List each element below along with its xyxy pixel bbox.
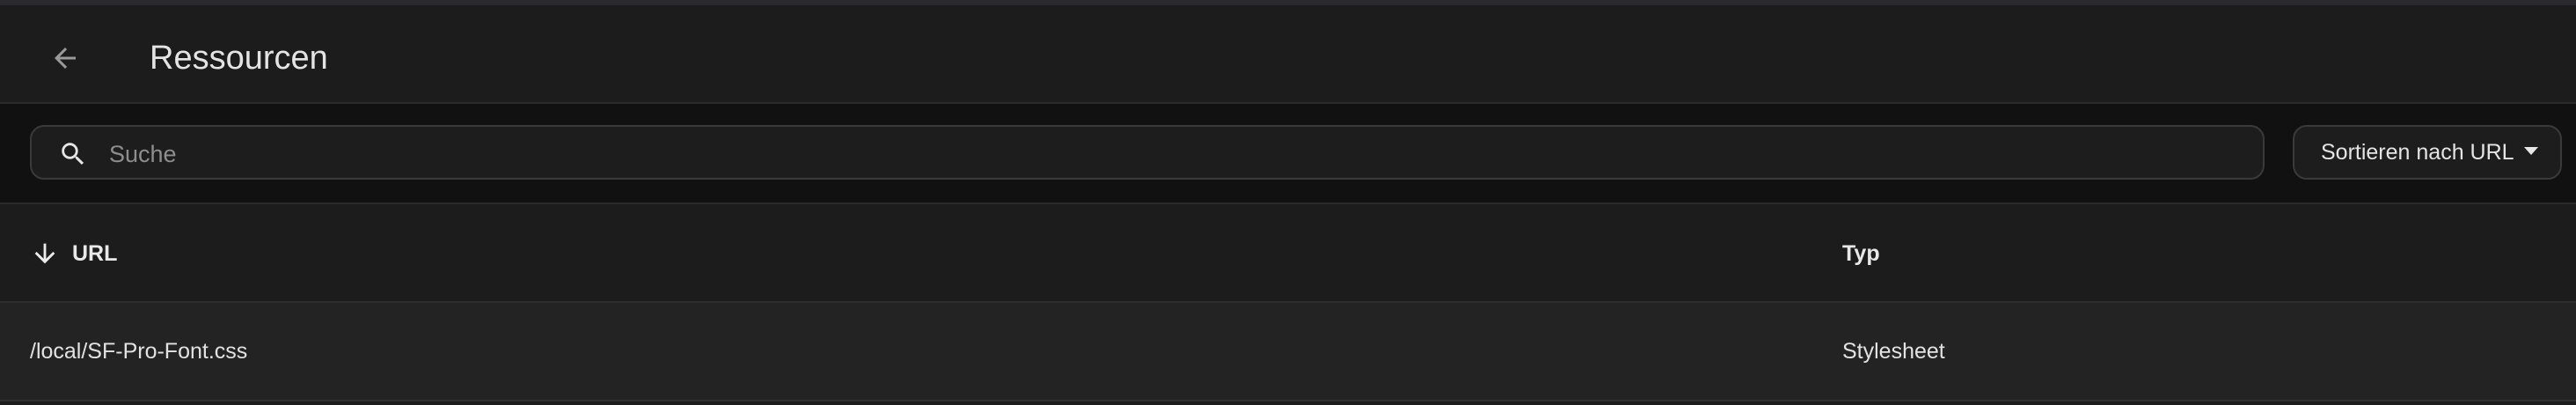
back-button[interactable] <box>35 28 95 88</box>
sort-select[interactable]: Sortieren nach URL <box>2293 125 2562 180</box>
cell-type: Stylesheet <box>1842 339 1945 364</box>
arrow-down-icon <box>34 243 55 264</box>
search-icon <box>62 143 84 166</box>
app-window: Ressourcen Sortieren nach URL URL T <box>0 0 2576 405</box>
search-input[interactable] <box>107 134 2222 174</box>
resources-table: URL Typ /local/SF-Pro-Font.css Styleshee… <box>0 202 2576 405</box>
sort-select-label: Sortieren nach URL <box>2321 140 2514 165</box>
search-box[interactable] <box>30 125 2265 180</box>
column-header-url[interactable]: URL <box>30 234 117 273</box>
arrow-left-icon <box>55 48 76 69</box>
column-header-type[interactable]: Typ <box>1842 234 1880 273</box>
table-header: URL Typ <box>0 204 2576 303</box>
table-row[interactable]: /local/SF-Pro-Font.css Stylesheet <box>0 303 2576 401</box>
toolbar: Sortieren nach URL <box>0 104 2576 202</box>
page-header: Ressourcen <box>0 5 2576 104</box>
cell-url: /local/SF-Pro-Font.css <box>30 339 248 364</box>
caret-down-icon <box>2524 147 2538 155</box>
page-title: Ressourcen <box>150 40 328 77</box>
column-header-type-label: Typ <box>1842 241 1880 266</box>
column-header-url-label: URL <box>72 240 118 266</box>
